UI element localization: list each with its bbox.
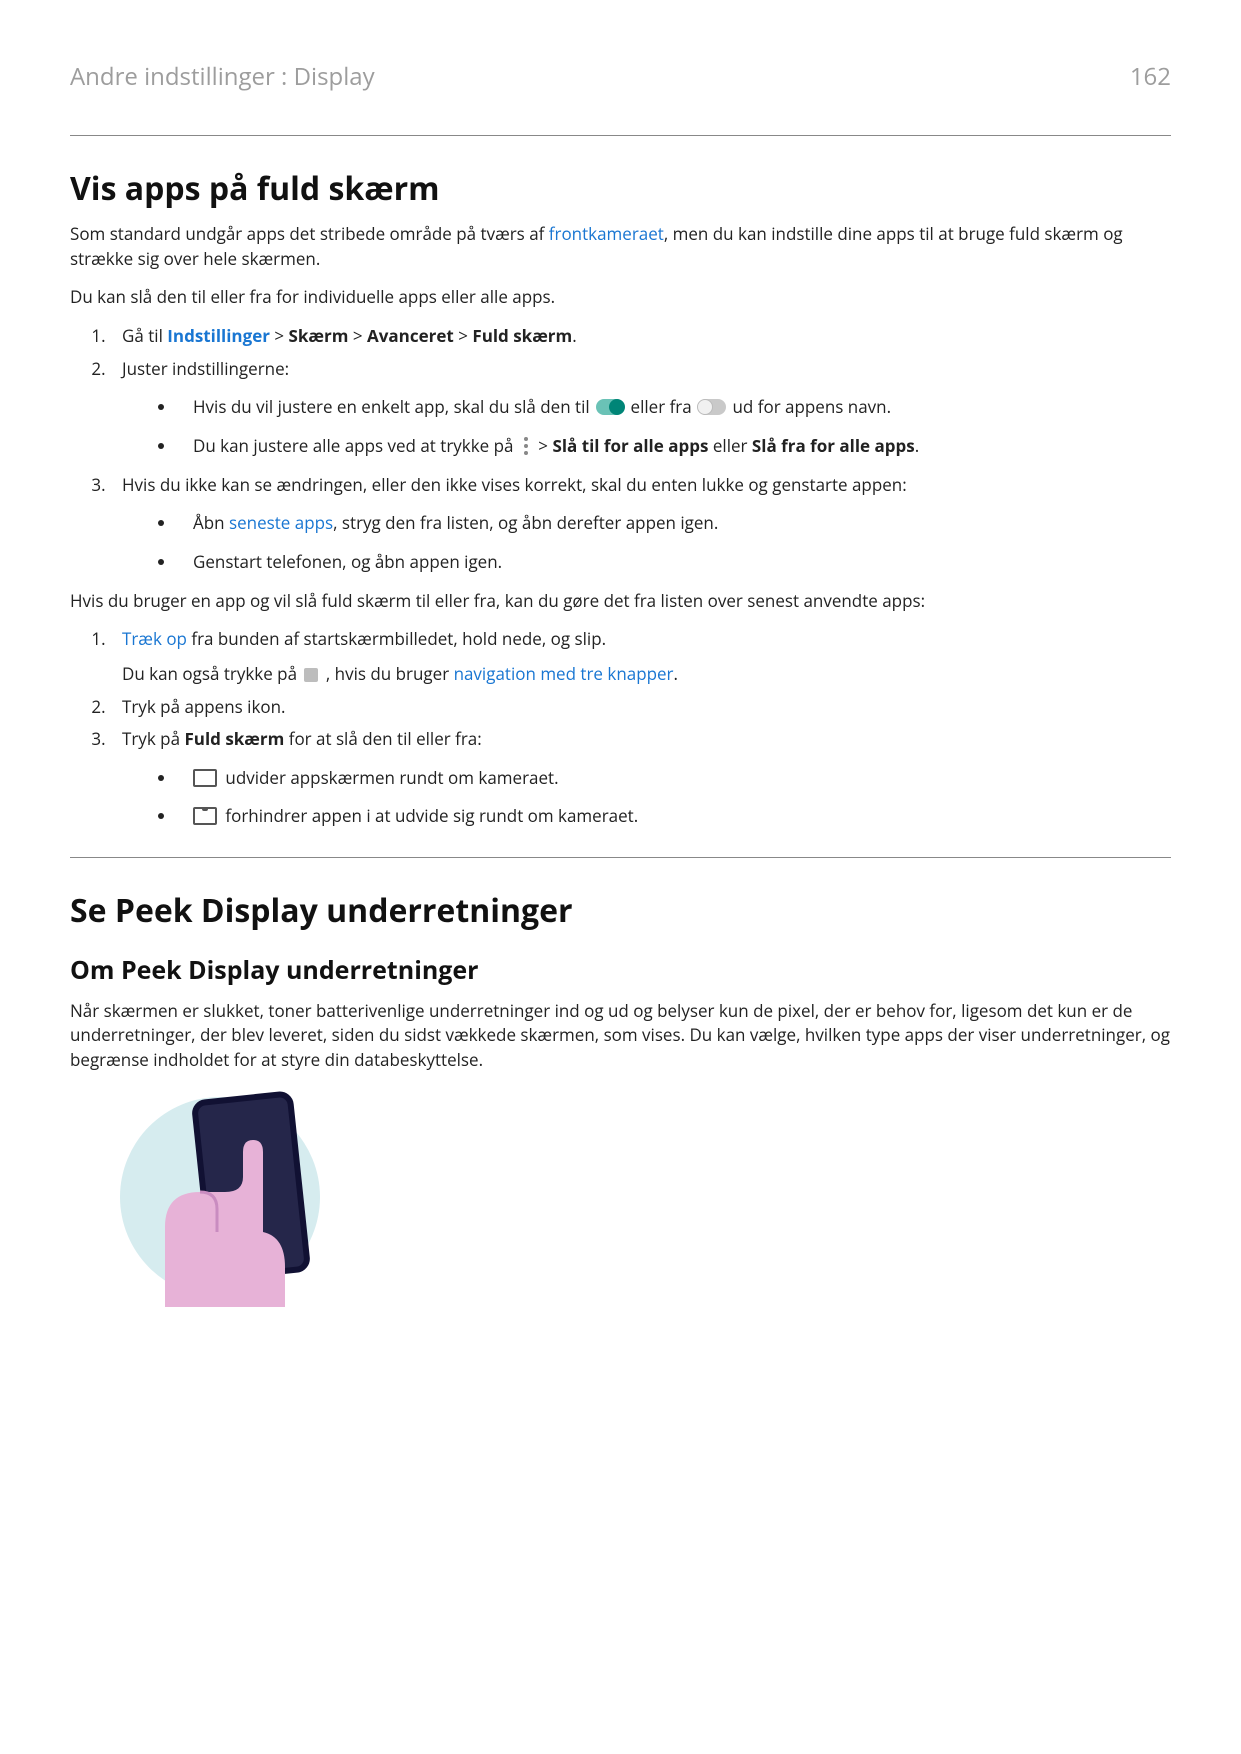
text: fra bunden af startskærmbilledet, hold n… [187, 627, 606, 650]
link-three-button-nav[interactable]: navigation med tre knapper [454, 662, 674, 685]
paragraph: Du kan slå den til eller fra for individ… [70, 285, 1171, 310]
overview-nav-icon [304, 668, 318, 682]
link-settings[interactable]: Indstillinger [167, 324, 270, 347]
toggle-on-icon [596, 399, 624, 415]
page: Andre indstillinger : Display 162 Vis ap… [0, 0, 1241, 1754]
text: Skærm [289, 324, 349, 347]
text: > [454, 324, 473, 347]
bullet-list: Åbn seneste apps, stryg den fra listen, … [122, 511, 1171, 574]
breadcrumb: Andre indstillinger : Display [70, 60, 375, 95]
list-item: Tryk på appens ikon. [110, 695, 1171, 720]
text: . [572, 324, 576, 347]
divider [70, 135, 1171, 136]
paragraph: Som standard undgår apps det stribede om… [70, 222, 1171, 271]
link-swipe-up[interactable]: Træk op [122, 627, 187, 650]
text: Fuld skærm [184, 727, 284, 750]
section-title: Vis apps på fuld skærm [70, 166, 1171, 212]
bullet-list: Hvis du vil justere en enkelt app, skal … [122, 395, 1171, 458]
text: > [534, 434, 553, 457]
text: . [915, 434, 919, 457]
list-item: udvider appskærmen rundt om kameraet. [177, 766, 1171, 791]
link-front-camera[interactable]: frontkameraet [549, 222, 664, 245]
subsection-title: Om Peek Display underretninger [70, 952, 1171, 988]
ordered-list: Gå til Indstillinger > Skærm > Avanceret… [70, 324, 1171, 574]
list-item: Træk op fra bunden af startskærmbilledet… [110, 627, 1171, 686]
text: Avanceret [367, 324, 454, 347]
text: Åbn [193, 511, 229, 534]
text: eller fra [626, 395, 696, 418]
text: Hvis du ikke kan se ændringen, eller den… [122, 473, 907, 496]
more-vert-icon [521, 437, 531, 455]
paragraph: Når skærmen er slukket, toner batteriven… [70, 999, 1171, 1073]
list-item: Åbn seneste apps, stryg den fra listen, … [177, 511, 1171, 536]
list-item: Tryk på Fuld skærm for at slå den til el… [110, 727, 1171, 829]
paragraph: Du kan også trykke på , hvis du bruger n… [122, 662, 1171, 687]
link-recent-apps[interactable]: seneste apps [229, 511, 333, 534]
fullscreen-notch-icon [193, 807, 217, 825]
text: Du kan justere alle apps ved at trykke p… [193, 434, 518, 457]
hand-holding-phone-illustration [110, 1087, 330, 1307]
text: eller [708, 434, 751, 457]
text: Gå til [122, 324, 167, 347]
list-item: Hvis du vil justere en enkelt app, skal … [177, 395, 1171, 420]
toggle-off-icon [698, 399, 726, 415]
text: Du kan også trykke på [122, 662, 301, 685]
text: > [270, 324, 289, 347]
bullet-list: udvider appskærmen rundt om kameraet. fo… [122, 766, 1171, 829]
list-item: Gå til Indstillinger > Skærm > Avanceret… [110, 324, 1171, 349]
text: udvider appskærmen rundt om kameraet. [221, 766, 559, 789]
hand-icon [145, 1137, 305, 1307]
list-item: forhindrer appen i at udvide sig rundt o… [177, 804, 1171, 829]
text: . [673, 662, 677, 685]
text: Hvis du vil justere en enkelt app, skal … [193, 395, 594, 418]
text: for at slå den til eller fra: [284, 727, 481, 750]
text: ud for appens navn. [728, 395, 891, 418]
text: , stryg den fra listen, og åbn derefter … [333, 511, 718, 534]
text: Tryk på [122, 727, 184, 750]
paragraph: Hvis du bruger en app og vil slå fuld sk… [70, 589, 1171, 614]
text: Som standard undgår apps det stribede om… [70, 222, 549, 245]
text: , hvis du bruger [321, 662, 453, 685]
text: forhindrer appen i at udvide sig rundt o… [221, 804, 638, 827]
text: Slå til for alle apps [552, 434, 708, 457]
text: Fuld skærm [472, 324, 572, 347]
text: Juster indstillingerne: [122, 357, 289, 380]
section-title: Se Peek Display underretninger [70, 888, 1171, 934]
divider [70, 857, 1171, 858]
list-item: Genstart telefonen, og åbn appen igen. [177, 550, 1171, 575]
ordered-list: Træk op fra bunden af startskærmbilledet… [70, 627, 1171, 829]
text: > [348, 324, 367, 347]
page-number: 162 [1130, 60, 1171, 95]
fullscreen-expand-icon [193, 769, 217, 787]
list-item: Du kan justere alle apps ved at trykke p… [177, 434, 1171, 459]
text: Slå fra for alle apps [752, 434, 915, 457]
list-item: Hvis du ikke kan se ændringen, eller den… [110, 473, 1171, 575]
page-header: Andre indstillinger : Display 162 [70, 60, 1171, 95]
list-item: Juster indstillingerne: Hvis du vil just… [110, 357, 1171, 459]
